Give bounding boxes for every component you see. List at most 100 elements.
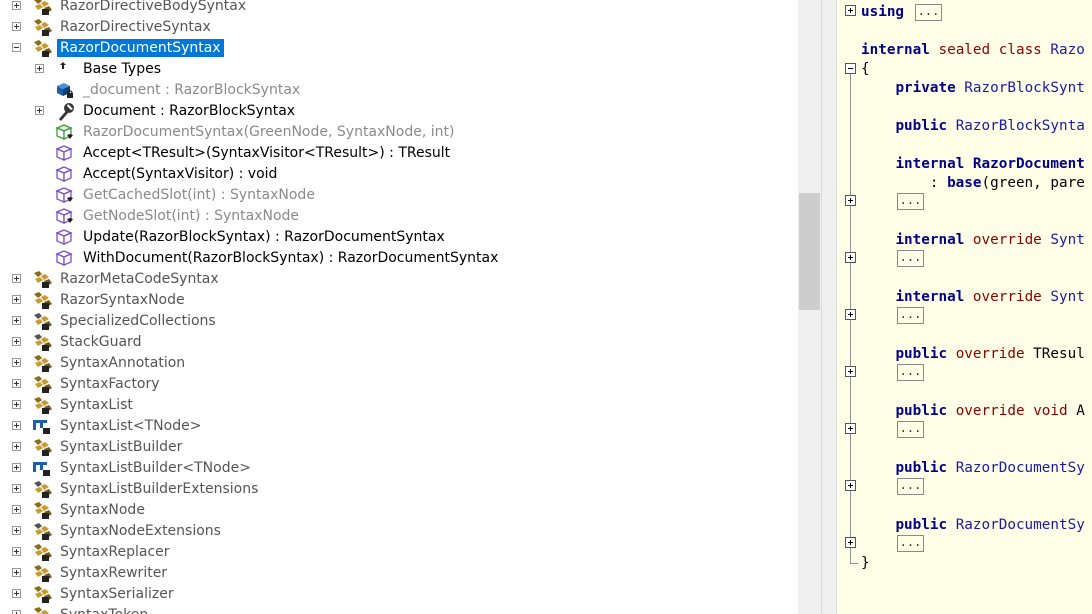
tree-node[interactable]: RazorDirectiveSyntax [0,17,798,38]
tree-node[interactable]: GetNodeSlot(int) : SyntaxNode [0,206,798,227]
tree-node-label[interactable]: RazorDirectiveSyntax [60,18,211,36]
fold-collapse-icon[interactable] [845,63,856,74]
tree-node-label[interactable]: SyntaxList [60,396,133,414]
expand-icon[interactable] [12,1,21,10]
expand-icon[interactable] [12,568,21,577]
tree-node-label[interactable]: GetCachedSlot(int) : SyntaxNode [83,186,315,204]
tree-node[interactable]: Accept<TResult>(SyntaxVisitor<TResult>) … [0,143,798,164]
expand-icon[interactable] [12,316,21,325]
tree-node[interactable]: SyntaxList [0,395,798,416]
expand-icon[interactable] [12,547,21,556]
expand-icon[interactable] [12,610,21,614]
tree-node-label[interactable]: SyntaxListBuilder<TNode> [60,459,251,477]
tree-node-label[interactable]: RazorMetaCodeSyntax [60,270,219,288]
tree-node[interactable]: SyntaxReplacer [0,542,798,563]
tree-node[interactable]: Base Types [0,59,798,80]
collapsed-region-ellipsis[interactable]: ... [897,421,924,438]
tree-node[interactable]: RazorDocumentSyntax(GreenNode, SyntaxNod… [0,122,798,143]
fold-expand-icon[interactable] [845,252,856,263]
tree-node-label[interactable]: _document : RazorBlockSyntax [83,81,300,99]
scrollbar-thumb[interactable] [799,193,820,310]
collapsed-region-ellipsis[interactable]: ... [897,478,924,495]
tree-node[interactable]: SyntaxListBuilder<TNode> [0,458,798,479]
tree-node[interactable]: SyntaxRewriter [0,563,798,584]
collapsed-region-ellipsis[interactable]: ... [897,535,924,552]
tree-node[interactable]: RazorSyntaxNode [0,290,798,311]
tree-node-label[interactable]: RazorSyntaxNode [60,291,185,309]
expand-icon[interactable] [12,421,21,430]
tree-node[interactable]: GetCachedSlot(int) : SyntaxNode [0,185,798,206]
expand-icon[interactable] [12,337,21,346]
expand-icon[interactable] [12,463,21,472]
expand-icon[interactable] [12,400,21,409]
expand-icon[interactable] [12,484,21,493]
tree-node-label[interactable]: SyntaxList<TNode> [60,417,201,435]
tree-node[interactable]: SyntaxList<TNode> [0,416,798,437]
tree-node-label[interactable]: SyntaxFactory [60,375,160,393]
expand-icon[interactable] [12,526,21,535]
tree-node-label[interactable]: RazorDocumentSyntax(GreenNode, SyntaxNod… [83,123,454,141]
expand-icon[interactable] [12,274,21,283]
tree-node-label[interactable]: SpecializedCollections [60,312,216,330]
tree-node[interactable]: SyntaxNode [0,500,798,521]
tree-node-label[interactable]: Update(RazorBlockSyntax) : RazorDocument… [83,228,445,246]
tree-node-label[interactable]: SyntaxNodeExtensions [60,522,221,540]
collapsed-region-ellipsis[interactable]: ... [897,364,924,381]
tree-node-label[interactable]: RazorDocumentSyntax [57,39,224,57]
tree-node-label[interactable]: SyntaxListBuilder [60,438,182,456]
collapsed-region-ellipsis[interactable]: ... [897,193,924,210]
tree-node[interactable]: _document : RazorBlockSyntax [0,80,798,101]
fold-expand-icon[interactable] [845,537,856,548]
expand-icon[interactable] [12,358,21,367]
expand-icon[interactable] [12,442,21,451]
tree-node-label[interactable]: Base Types [83,60,161,78]
tree-node[interactable]: Document : RazorBlockSyntax [0,101,798,122]
collapsed-region-ellipsis[interactable]: ... [897,250,924,267]
fold-expand-icon[interactable] [845,5,856,16]
tree-node[interactable]: SyntaxAnnotation [0,353,798,374]
expand-icon[interactable] [12,295,21,304]
code-view-pane[interactable]: using internal sealed class Razo { privat… [837,0,1092,614]
tree-node[interactable]: SyntaxSerializer [0,584,798,605]
tree-node[interactable]: Update(RazorBlockSyntax) : RazorDocument… [0,227,798,248]
tree-node[interactable]: Accept(SyntaxVisitor) : void [0,164,798,185]
tree-node[interactable]: SyntaxNodeExtensions [0,521,798,542]
expand-icon[interactable] [12,22,21,31]
pane-splitter[interactable] [821,0,837,614]
tree-node[interactable]: SyntaxFactory [0,374,798,395]
fold-expand-icon[interactable] [845,366,856,377]
collapsed-region-ellipsis[interactable]: ... [915,4,942,21]
expand-icon[interactable] [35,106,44,115]
tree-node[interactable]: SpecializedCollections [0,311,798,332]
tree-node-label[interactable]: RazorDirectiveBodySyntax [60,0,246,15]
fold-expand-icon[interactable] [845,423,856,434]
tree-node-label[interactable]: SyntaxSerializer [60,585,174,603]
tree-node-label[interactable]: SyntaxListBuilderExtensions [60,480,258,498]
tree-node-label[interactable]: SyntaxReplacer [60,543,170,561]
tree-node[interactable]: RazorDocumentSyntax [0,38,798,59]
tree-node[interactable]: WithDocument(RazorBlockSyntax) : RazorDo… [0,248,798,269]
collapsed-region-ellipsis[interactable]: ... [897,307,924,324]
fold-expand-icon[interactable] [845,480,856,491]
collapse-icon[interactable] [12,43,21,52]
tree-node[interactable]: RazorDirectiveBodySyntax [0,0,798,17]
expand-icon[interactable] [12,379,21,388]
tree-node[interactable]: SyntaxListBuilderExtensions [0,479,798,500]
class-browser-tree[interactable]: RazorDirectiveBodySyntax RazorDirectiveSy… [0,0,798,614]
fold-expand-icon[interactable] [845,309,856,320]
tree-node[interactable]: RazorMetaCodeSyntax [0,269,798,290]
tree-node[interactable]: SyntaxListBuilder [0,437,798,458]
tree-node[interactable]: StackGuard [0,332,798,353]
tree-node-label[interactable]: Accept<TResult>(SyntaxVisitor<TResult>) … [83,144,450,162]
tree-node-label[interactable]: SyntaxAnnotation [60,354,185,372]
tree-node-label[interactable]: WithDocument(RazorBlockSyntax) : RazorDo… [83,249,498,267]
tree-node-label[interactable]: Document : RazorBlockSyntax [83,102,295,120]
fold-expand-icon[interactable] [845,195,856,206]
expand-icon[interactable] [35,64,44,73]
tree-node-label[interactable]: StackGuard [60,333,141,351]
tree-node-label[interactable]: Accept(SyntaxVisitor) : void [83,165,277,183]
tree-node-label[interactable]: SyntaxToken [60,606,148,614]
tree-node-label[interactable]: GetNodeSlot(int) : SyntaxNode [83,207,299,225]
tree-node-label[interactable]: SyntaxNode [60,501,145,519]
tree-node-label[interactable]: SyntaxRewriter [60,564,167,582]
